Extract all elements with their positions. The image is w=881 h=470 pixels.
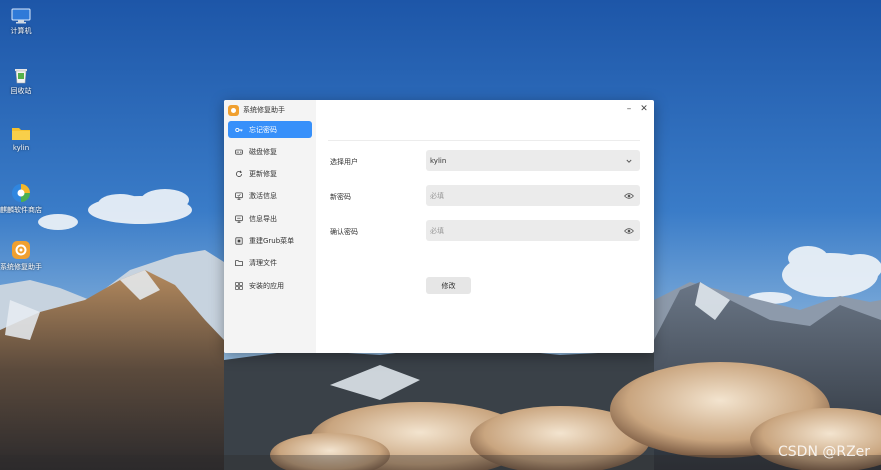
confirm-password-label: 确认密码: [330, 228, 358, 236]
refresh-icon: [235, 170, 243, 178]
apps-grid-icon: [235, 281, 243, 290]
desktop-icon-computer[interactable]: 计算机: [0, 8, 44, 36]
export-icon: [235, 215, 243, 223]
desktop-icon-kylin-folder[interactable]: kylin: [0, 125, 44, 153]
sidebar: 系统修复助手 忘记密码 磁盘修复 更新修复 激活信息 信息导出 重建Grub菜单…: [224, 100, 316, 353]
sidebar-item-forgot-password[interactable]: 忘记密码: [228, 121, 312, 138]
sidebar-item-label: 安装的应用: [249, 281, 284, 290]
sidebar-item-rebuild-grub[interactable]: 重建Grub菜单: [228, 232, 312, 249]
sidebar-item-installed-apps[interactable]: 安装的应用: [228, 277, 312, 294]
minimize-button[interactable]: –: [623, 103, 635, 115]
chevron-down-icon: [624, 156, 634, 166]
key-icon: [235, 126, 243, 134]
sidebar-item-info-export[interactable]: 信息导出: [228, 210, 312, 227]
app-logo-icon: [228, 104, 239, 116]
sidebar-item-label: 忘记密码: [249, 125, 277, 134]
confirm-password-field[interactable]: 必填: [426, 220, 640, 241]
sidebar-item-update-repair[interactable]: 更新修复: [228, 166, 312, 183]
modify-button[interactable]: 修改: [426, 277, 471, 294]
grub-icon: [235, 237, 243, 245]
sidebar-item-activation-info[interactable]: 激活信息: [228, 188, 312, 205]
new-password-field[interactable]: 必填: [426, 185, 640, 206]
main-content: 选择用户 kylin 新密码 必填 确认密码 必填 修改: [316, 100, 654, 353]
folder-icon: [235, 259, 243, 267]
sidebar-item-label: 重建Grub菜单: [249, 236, 295, 245]
sidebar-item-clean-files[interactable]: 清理文件: [228, 255, 312, 272]
content-header-area: [328, 116, 640, 141]
desktop-icon-label: 系统修复助手: [0, 263, 42, 271]
trash-icon: [15, 69, 27, 84]
eye-icon[interactable]: [624, 226, 634, 236]
new-password-label: 新密码: [330, 193, 351, 201]
close-button[interactable]: ✕: [638, 103, 650, 115]
desktop-icon-repair-assistant[interactable]: 系统修复助手: [0, 240, 44, 272]
app-title: 系统修复助手: [243, 106, 285, 114]
select-user-label: 选择用户: [330, 158, 358, 166]
app-title-bar: 系统修复助手: [228, 103, 285, 117]
system-repair-window: 系统修复助手 忘记密码 磁盘修复 更新修复 激活信息 信息导出 重建Grub菜单…: [224, 100, 654, 353]
sidebar-item-label: 清理文件: [249, 259, 277, 268]
monitor-icon: [235, 192, 243, 201]
computer-icon: [11, 8, 31, 24]
desktop-icon-label: kylin: [12, 144, 30, 152]
store-icon: [12, 184, 30, 202]
desktop-icon-store[interactable]: 麒麟软件商店: [0, 183, 44, 215]
confirm-password-placeholder: 必填: [430, 226, 444, 235]
selected-user-value: kylin: [430, 156, 447, 165]
repair-assistant-icon: [12, 241, 30, 259]
desktop-icon-label: 麒麟软件商店: [0, 206, 42, 214]
sidebar-item-label: 更新修复: [249, 170, 277, 179]
disk-icon: [235, 148, 243, 156]
eye-icon[interactable]: [624, 191, 634, 201]
folder-icon: [12, 128, 30, 140]
select-user-dropdown[interactable]: kylin: [426, 150, 640, 171]
sidebar-item-disk-repair[interactable]: 磁盘修复: [228, 143, 312, 160]
desktop-icon-label: 回收站: [10, 87, 32, 95]
sidebar-item-label: 磁盘修复: [249, 147, 277, 156]
desktop-icon-label: 计算机: [10, 27, 32, 35]
sidebar-item-label: 信息导出: [249, 214, 277, 223]
sidebar-nav: 忘记密码 磁盘修复 更新修复 激活信息 信息导出 重建Grub菜单 清理文件 安…: [228, 121, 312, 299]
sidebar-item-label: 激活信息: [249, 192, 277, 201]
new-password-placeholder: 必填: [430, 191, 444, 200]
watermark-text: CSDN @RZer: [778, 444, 871, 460]
desktop-icon-trash[interactable]: 回收站: [0, 66, 44, 96]
